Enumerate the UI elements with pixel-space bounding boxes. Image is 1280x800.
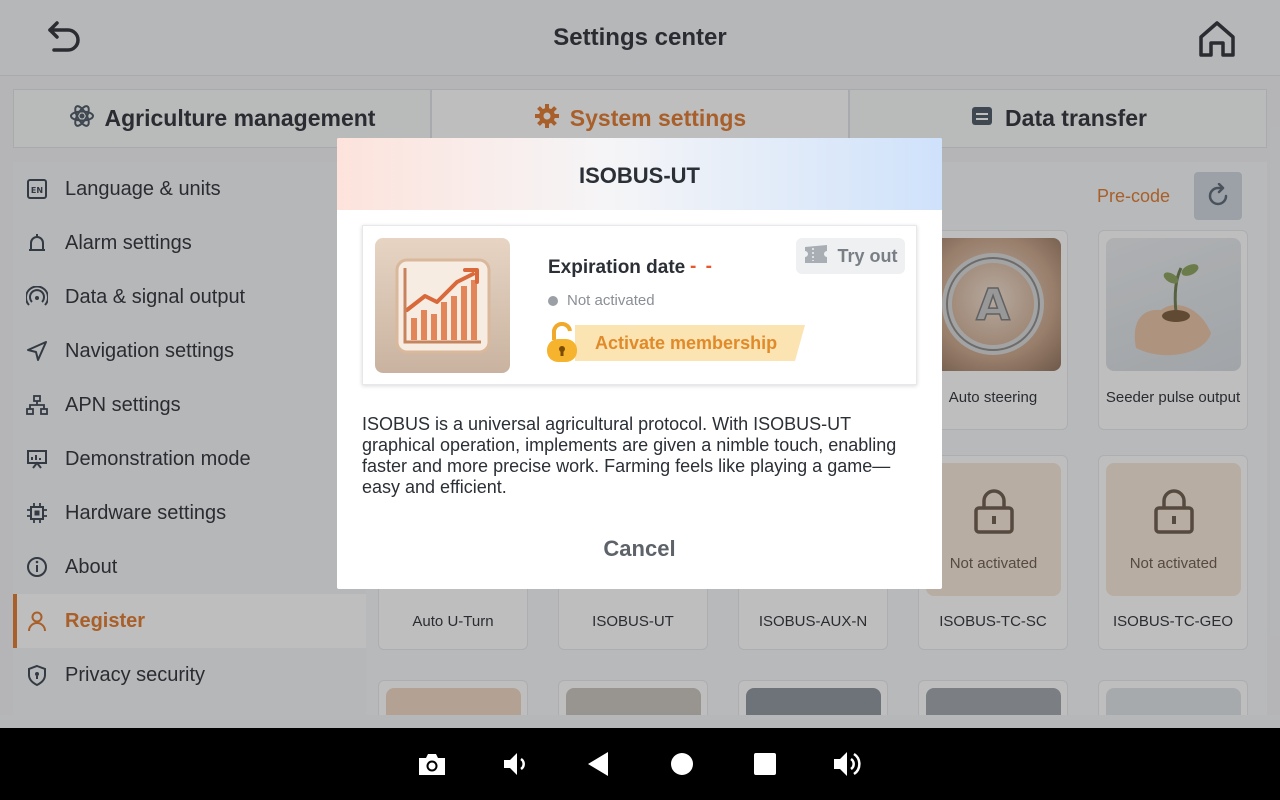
status-dot-icon — [548, 296, 558, 306]
activate-membership-button[interactable]: Activate membership — [545, 321, 807, 362]
try-out-label: Try out — [837, 245, 898, 266]
dialog-header: ISOBUS-UT — [337, 138, 942, 210]
membership-dialog: ISOBUS-UT Expiration date - - Not activa… — [337, 138, 942, 589]
camera-icon[interactable] — [414, 746, 450, 782]
try-out-button[interactable]: Try out — [796, 238, 905, 274]
volume-down-icon[interactable] — [497, 746, 533, 782]
system-nav-bar — [0, 728, 1280, 800]
padlock-icon — [545, 321, 579, 369]
dialog-description: ISOBUS is a universal agricultural proto… — [362, 414, 897, 497]
ticket-icon — [803, 242, 829, 271]
back-triangle-icon[interactable] — [580, 746, 616, 782]
volume-up-icon[interactable] — [830, 746, 866, 782]
membership-card: Expiration date - - Not activated Try ou… — [362, 225, 917, 385]
cancel-button[interactable]: Cancel — [337, 536, 942, 562]
recents-square-icon[interactable] — [747, 746, 783, 782]
expiration-date-value: - - — [690, 256, 714, 277]
expiration-date-label: Expiration date — [548, 257, 686, 278]
dialog-title: ISOBUS-UT — [579, 163, 700, 188]
activation-status: Not activated — [567, 292, 655, 309]
home-circle-icon[interactable] — [664, 746, 700, 782]
activate-membership-label: Activate membership — [595, 333, 778, 353]
growth-chart-icon — [375, 238, 510, 373]
